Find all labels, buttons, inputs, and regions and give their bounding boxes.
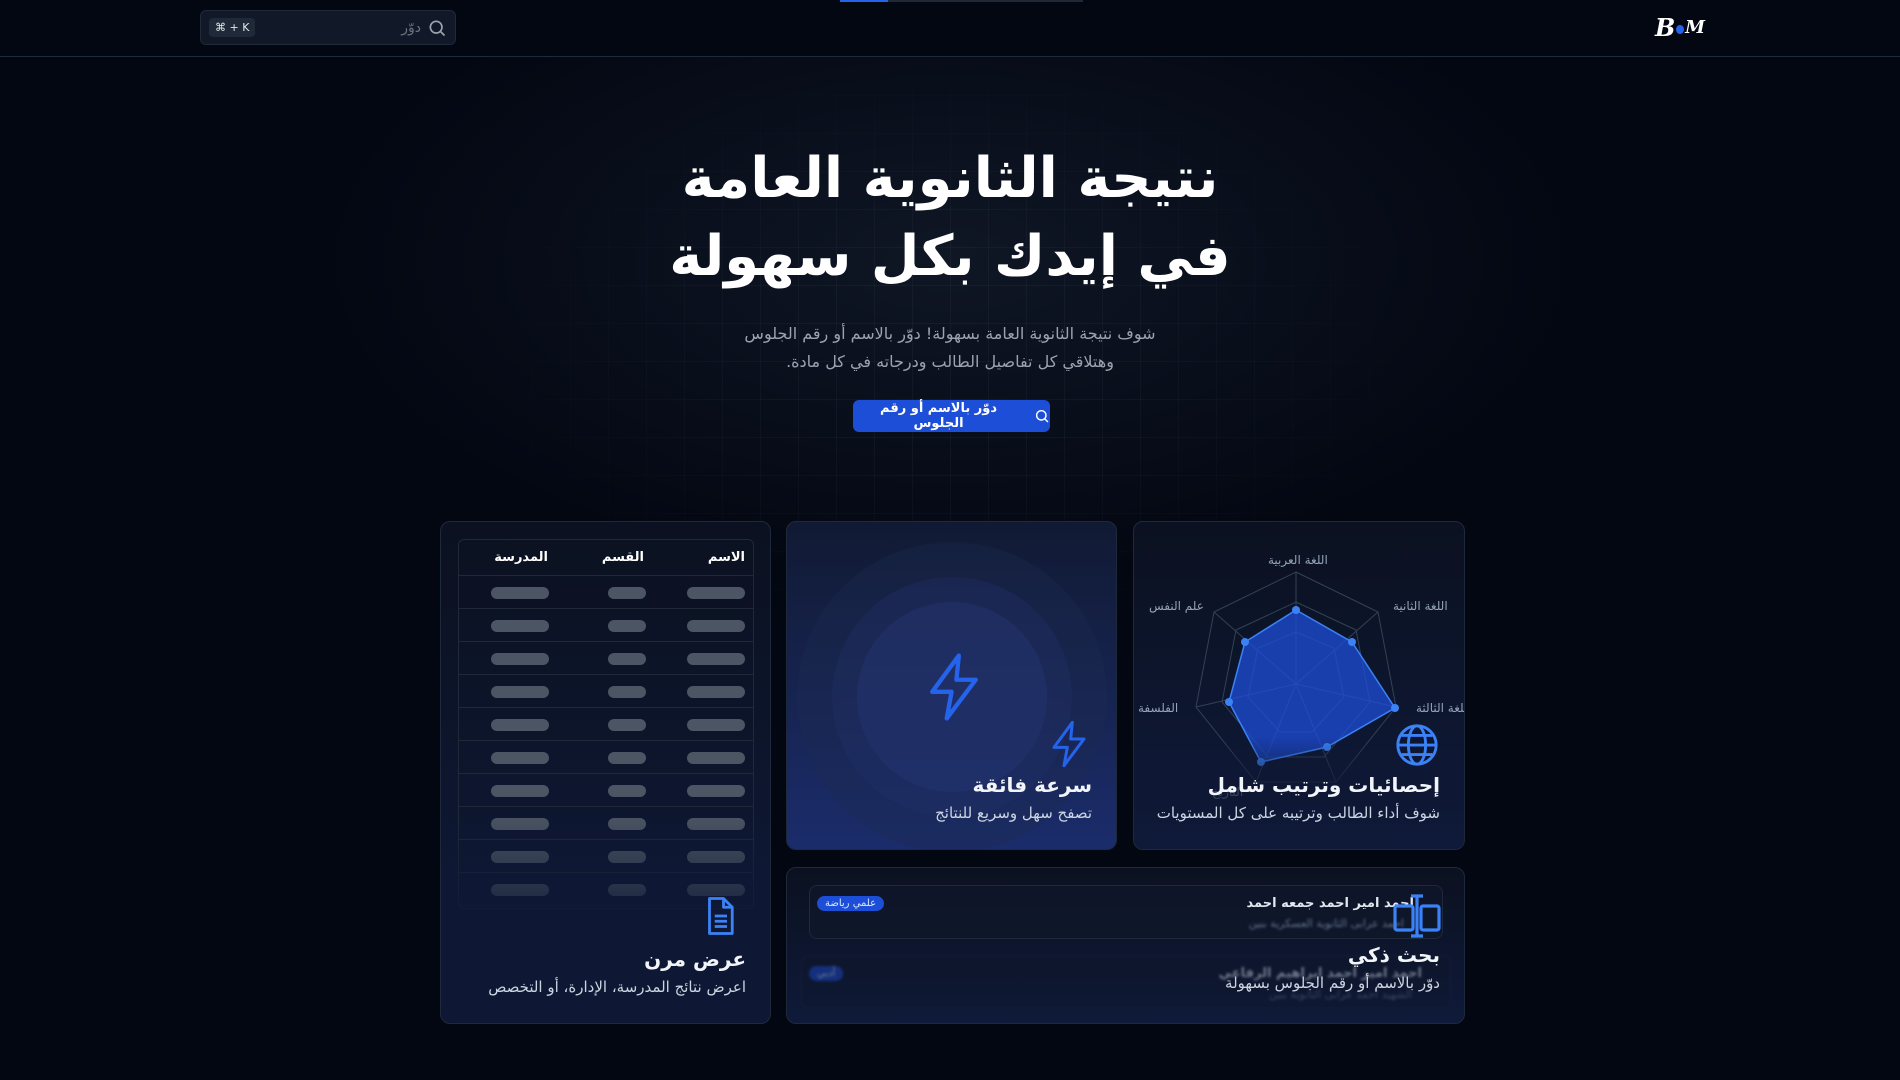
table-row bbox=[459, 774, 753, 807]
radar-label: اللغة الثانية bbox=[1393, 599, 1448, 613]
search-result-preview: احمد امير احمد جمعه احمد احمد عرابى الثا… bbox=[809, 885, 1443, 939]
table-row bbox=[459, 609, 753, 642]
result-badge: أدبي bbox=[809, 966, 844, 981]
radar-label: اللغة الثالثة bbox=[1416, 701, 1464, 715]
feature-title: سرعة فائقة bbox=[972, 773, 1092, 797]
column-header: الاسم bbox=[707, 550, 745, 565]
column-header: القسم bbox=[601, 550, 644, 565]
table-row bbox=[459, 708, 753, 741]
feature-description: اعرض نتائج المدرسة، الإدارة، أو التخصص bbox=[488, 978, 746, 996]
globe-icon bbox=[1396, 724, 1438, 766]
feature-card-table: الاسم القسم المدرسة عرض مرن اعرض نتائج ا… bbox=[440, 521, 771, 1024]
search-input[interactable] bbox=[255, 19, 421, 36]
lightning-icon bbox=[930, 653, 978, 721]
feature-card-stats: اللغة العربية اللغة الثانية اللغة الثالث… bbox=[1133, 521, 1465, 850]
radar-label: الفلسفة bbox=[1138, 701, 1179, 715]
hero-title: نتيجة الثانوية العامة في إيدك بكل سهولة bbox=[0, 140, 1900, 296]
feature-title: بحث ذكي bbox=[1347, 943, 1440, 967]
lightning-icon bbox=[1052, 720, 1086, 768]
feature-description: دوّر بالاسم أو رقم الجلوس بسهولة bbox=[1225, 974, 1440, 992]
table-row bbox=[459, 642, 753, 675]
feature-card-search: احمد امير احمد جمعه احمد احمد عرابى الثا… bbox=[786, 867, 1465, 1024]
search-cta-button[interactable]: دوّر بالاسم أو رقم الجلوس bbox=[853, 400, 1050, 432]
header-search[interactable]: ⌘ + K bbox=[200, 10, 456, 45]
document-icon bbox=[708, 897, 734, 935]
radar-label: علم النفس bbox=[1149, 599, 1204, 613]
table-header: الاسم القسم المدرسة bbox=[459, 540, 753, 576]
radar-label: اللغة العربية bbox=[1268, 553, 1328, 567]
smart-search-icon bbox=[1393, 894, 1441, 938]
table-row bbox=[459, 576, 753, 609]
table-row bbox=[459, 741, 753, 774]
column-header: المدرسة bbox=[494, 550, 548, 565]
cta-label: دوّر بالاسم أو رقم الجلوس bbox=[880, 401, 997, 431]
radar-chart bbox=[1134, 571, 1464, 849]
top-header: BM ⌘ + K bbox=[0, 0, 1900, 57]
scroll-indicator bbox=[840, 0, 1083, 2]
result-name: احمد امير احمد جمعه احمد bbox=[1246, 896, 1414, 911]
feature-card-speed: سرعة فائقة تصفح سهل وسريع للنتائج bbox=[786, 521, 1117, 850]
hero-subtitle: شوف نتيجة الثانوية العامة بسهولة! دوّر ب… bbox=[744, 324, 1156, 371]
search-icon bbox=[1035, 409, 1049, 423]
feature-title: إحصائيات وترتيب شامل bbox=[1207, 773, 1440, 797]
result-badge: علمي رياضة bbox=[817, 896, 885, 911]
table-row bbox=[459, 675, 753, 708]
result-school: احمد عرابى الثانوية العسكرية بنين bbox=[1248, 917, 1404, 930]
site-logo[interactable]: BM bbox=[1655, 10, 1705, 44]
hero-title-line2: في إيدك بكل سهولة bbox=[669, 224, 1231, 289]
feature-title: عرض مرن bbox=[644, 947, 746, 971]
feature-description: شوف أداء الطالب وترتيبه على كل المستويات bbox=[1156, 804, 1440, 822]
feature-description: تصفح سهل وسريع للنتائج bbox=[935, 804, 1092, 822]
hero-title-line1: نتيجة الثانوية العامة bbox=[681, 146, 1219, 211]
search-icon bbox=[429, 20, 446, 36]
shortcut-badge: ⌘ + K bbox=[209, 18, 256, 37]
